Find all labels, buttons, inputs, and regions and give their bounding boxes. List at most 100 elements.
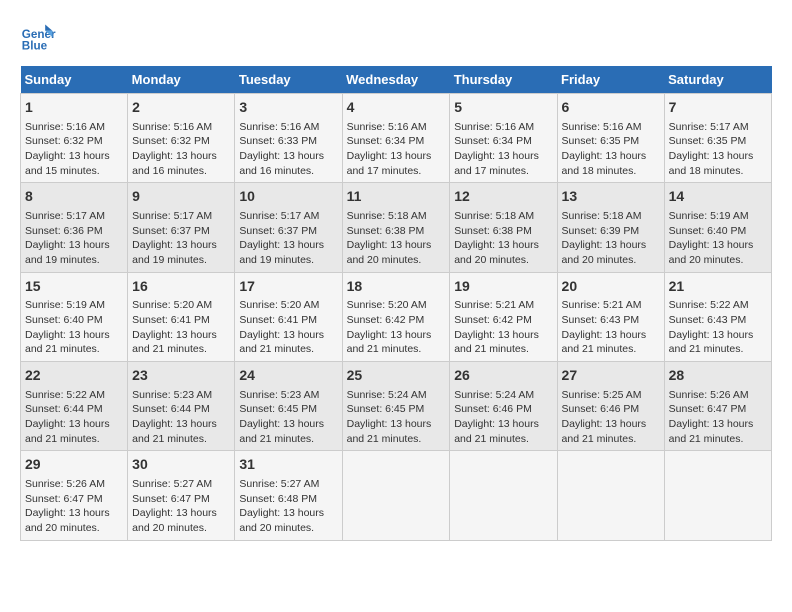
calendar-cell: 27Sunrise: 5:25 AMSunset: 6:46 PMDayligh… — [557, 362, 664, 451]
day-number: 22 — [25, 366, 123, 386]
calendar-cell: 1Sunrise: 5:16 AMSunset: 6:32 PMDaylight… — [21, 94, 128, 183]
svg-text:Blue: Blue — [22, 40, 48, 53]
day-number: 18 — [347, 277, 446, 297]
sunset-info: Sunset: 6:46 PM — [562, 403, 640, 415]
daylight-info: Daylight: 13 hours and 20 minutes. — [347, 239, 432, 266]
calendar-cell: 15 Sunrise: 5:19 AM Sunset: 6:40 PM Dayligh… — [21, 272, 128, 361]
calendar-cell: 14Sunrise: 5:19 AMSunset: 6:40 PMDayligh… — [664, 183, 771, 272]
day-number: 7 — [669, 98, 767, 118]
week-row-4: 29Sunrise: 5:26 AMSunset: 6:47 PMDayligh… — [21, 451, 772, 540]
daylight-info: Daylight: 13 hours and 19 minutes. — [132, 239, 217, 266]
sunrise-info: Sunrise: 5:22 AM — [25, 389, 105, 401]
sunset-info: Sunset: 6:39 PM — [562, 225, 640, 237]
daylight-info: Daylight: 13 hours and 21 minutes. — [25, 418, 110, 445]
calendar-body: 1Sunrise: 5:16 AMSunset: 6:32 PMDaylight… — [21, 94, 772, 541]
sunset-info: Sunset: 6:41 PM — [239, 314, 317, 326]
day-number: 3 — [239, 98, 337, 118]
daylight-info: Daylight: 13 hours and 19 minutes. — [239, 239, 324, 266]
calendar-cell: 30Sunrise: 5:27 AMSunset: 6:47 PMDayligh… — [128, 451, 235, 540]
calendar-cell: 19 Sunrise: 5:21 AM Sunset: 6:42 PM Dayligh… — [450, 272, 557, 361]
calendar-cell: 26Sunrise: 5:24 AMSunset: 6:46 PMDayligh… — [450, 362, 557, 451]
day-number: 28 — [669, 366, 767, 386]
day-number: 14 — [669, 187, 767, 207]
header-sunday: Sunday — [21, 66, 128, 94]
daylight-info: Daylight: 13 hours and 21 minutes. — [562, 329, 647, 356]
daylight-info: Daylight: 13 hours and 21 minutes. — [347, 418, 432, 445]
daylight-info: Daylight: 13 hours and 16 minutes. — [132, 150, 217, 177]
day-number: 23 — [132, 366, 230, 386]
sunrise-info: Sunrise: 5:22 AM — [669, 299, 749, 311]
sunrise-info: Sunrise: 5:18 AM — [562, 210, 642, 222]
calendar-cell: 6Sunrise: 5:16 AMSunset: 6:35 PMDaylight… — [557, 94, 664, 183]
daylight-info: Daylight: 13 hours and 21 minutes. — [132, 418, 217, 445]
sunset-info: Sunset: 6:45 PM — [347, 403, 425, 415]
daylight-info: Daylight: 13 hours and 21 minutes. — [669, 329, 754, 356]
calendar-cell — [557, 451, 664, 540]
calendar-cell: 29Sunrise: 5:26 AMSunset: 6:47 PMDayligh… — [21, 451, 128, 540]
calendar-cell: 10Sunrise: 5:17 AMSunset: 6:37 PMDayligh… — [235, 183, 342, 272]
day-number: 13 — [562, 187, 660, 207]
week-row-1: 8Sunrise: 5:17 AMSunset: 6:36 PMDaylight… — [21, 183, 772, 272]
calendar-cell: 20Sunrise: 5:21 AMSunset: 6:43 PMDayligh… — [557, 272, 664, 361]
calendar-cell — [342, 451, 450, 540]
sunrise-info: Sunrise: 5:23 AM — [132, 389, 212, 401]
calendar-cell: 3Sunrise: 5:16 AMSunset: 6:33 PMDaylight… — [235, 94, 342, 183]
sunrise-info: Sunrise: 5:21 AM — [454, 299, 534, 311]
calendar-cell: 9Sunrise: 5:17 AMSunset: 6:37 PMDaylight… — [128, 183, 235, 272]
sunrise-info: Sunrise: 5:18 AM — [347, 210, 427, 222]
sunset-info: Sunset: 6:40 PM — [669, 225, 747, 237]
sunrise-info: Sunrise: 5:26 AM — [669, 389, 749, 401]
sunset-info: Sunset: 6:42 PM — [454, 314, 532, 326]
day-number: 19 — [454, 277, 552, 297]
calendar-cell — [450, 451, 557, 540]
calendar-cell: 5Sunrise: 5:16 AMSunset: 6:34 PMDaylight… — [450, 94, 557, 183]
sunset-info: Sunset: 6:37 PM — [239, 225, 317, 237]
sunset-info: Sunset: 6:34 PM — [454, 135, 532, 147]
sunset-info: Sunset: 6:38 PM — [347, 225, 425, 237]
daylight-info: Daylight: 13 hours and 20 minutes. — [239, 507, 324, 534]
week-row-2: 15 Sunrise: 5:19 AM Sunset: 6:40 PM Dayligh… — [21, 272, 772, 361]
sunrise-info: Sunrise: 5:27 AM — [132, 478, 212, 490]
sunrise-info: Sunrise: 5:16 AM — [239, 121, 319, 133]
daylight-info: Daylight: 13 hours and 17 minutes. — [454, 150, 539, 177]
daylight-info: Daylight: 13 hours and 20 minutes. — [132, 507, 217, 534]
daylight-info: Daylight: 13 hours and 19 minutes. — [25, 239, 110, 266]
sunset-info: Sunset: 6:44 PM — [132, 403, 210, 415]
sunset-info: Sunset: 6:44 PM — [25, 403, 103, 415]
calendar-cell — [664, 451, 771, 540]
daylight-info: Daylight: 13 hours and 20 minutes. — [25, 507, 110, 534]
sunset-info: Sunset: 6:35 PM — [562, 135, 640, 147]
calendar-cell: 18Sunrise: 5:20 AMSunset: 6:42 PMDayligh… — [342, 272, 450, 361]
sunset-info: Sunset: 6:43 PM — [562, 314, 640, 326]
sunrise-info: Sunrise: 5:16 AM — [454, 121, 534, 133]
sunrise-info: Sunrise: 5:19 AM — [25, 299, 105, 311]
day-number: 25 — [347, 366, 446, 386]
sunset-info: Sunset: 6:43 PM — [669, 314, 747, 326]
day-number: 4 — [347, 98, 446, 118]
calendar-cell: 25Sunrise: 5:24 AMSunset: 6:45 PMDayligh… — [342, 362, 450, 451]
day-number: 9 — [132, 187, 230, 207]
calendar-table: SundayMondayTuesdayWednesdayThursdayFrid… — [20, 66, 772, 541]
header-thursday: Thursday — [450, 66, 557, 94]
day-number: 21 — [669, 277, 767, 297]
day-number: 15 — [25, 277, 123, 297]
daylight-info: Daylight: 13 hours and 21 minutes. — [25, 329, 110, 356]
calendar-cell: 13Sunrise: 5:18 AMSunset: 6:39 PMDayligh… — [557, 183, 664, 272]
daylight-info: Daylight: 13 hours and 17 minutes. — [347, 150, 432, 177]
sunrise-info: Sunrise: 5:17 AM — [239, 210, 319, 222]
sunrise-info: Sunrise: 5:20 AM — [347, 299, 427, 311]
daylight-info: Daylight: 13 hours and 21 minutes. — [454, 418, 539, 445]
sunset-info: Sunset: 6:34 PM — [347, 135, 425, 147]
sunset-info: Sunset: 6:38 PM — [454, 225, 532, 237]
sunset-info: Sunset: 6:47 PM — [669, 403, 747, 415]
sunset-info: Sunset: 6:37 PM — [132, 225, 210, 237]
daylight-info: Daylight: 13 hours and 21 minutes. — [454, 329, 539, 356]
day-number: 1 — [25, 98, 123, 118]
page-header: General Blue — [20, 20, 772, 56]
sunset-info: Sunset: 6:35 PM — [669, 135, 747, 147]
daylight-info: Daylight: 13 hours and 18 minutes. — [669, 150, 754, 177]
sunrise-info: Sunrise: 5:19 AM — [669, 210, 749, 222]
sunrise-info: Sunrise: 5:26 AM — [25, 478, 105, 490]
header-monday: Monday — [128, 66, 235, 94]
sunset-info: Sunset: 6:40 PM — [25, 314, 103, 326]
